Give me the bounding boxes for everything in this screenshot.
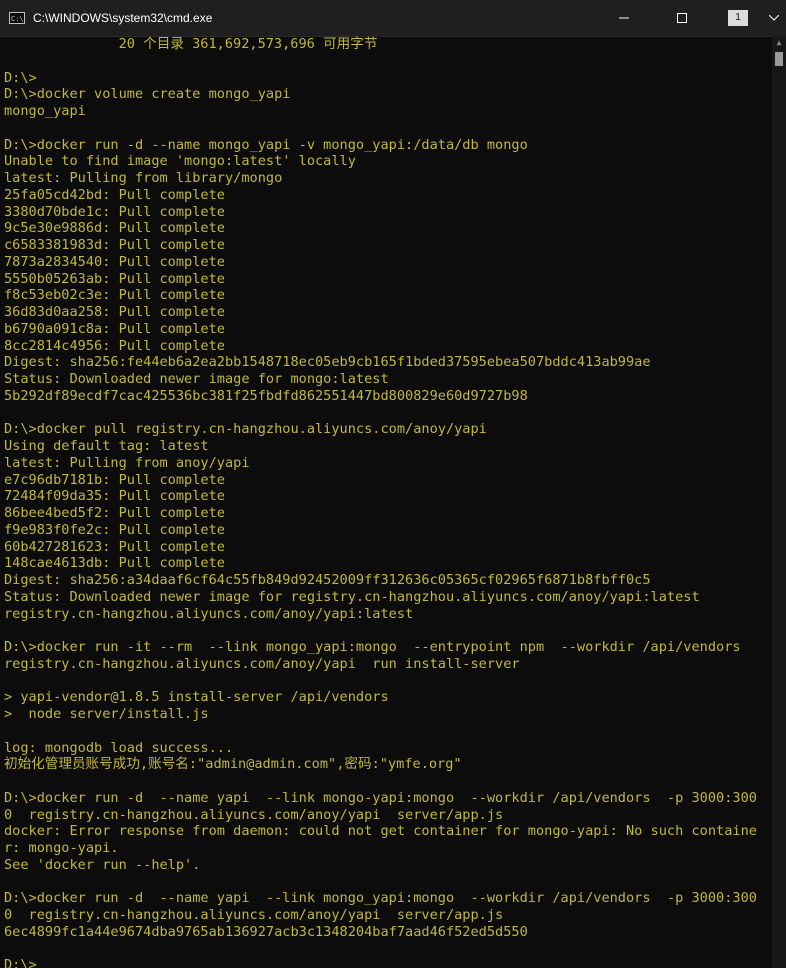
console-line: 148cae4613db: Pull complete [4,555,225,572]
console-line: D:\>docker run -it --rm --link mongo_yap… [4,639,741,655]
console-line: See 'docker run --help'. [4,856,201,873]
console-line: D:\>docker run -d --name yapi --link mon… [4,890,757,907]
console-line: D:\>docker run -d --name mongo_yapi -v m… [4,136,528,153]
console-line: Unable to find image 'mongo:latest' loca… [4,153,356,170]
console-line: 3380d70bde1c: Pull complete [4,203,225,220]
console-line: D:\>docker pull registry.cn-hangzhou.ali… [4,421,487,438]
vertical-scrollbar[interactable]: ▲ [772,36,786,968]
console-line: D:\>docker volume create mongo_yapi [4,86,291,103]
window-title: C:\WINDOWS\system32\cmd.exe [33,11,213,25]
console-line: f9e983f0fe2c: Pull complete [4,521,225,538]
console-line: D:\>docker run -d --name yapi --link mon… [4,789,757,806]
console-line: latest: Pulling from library/mongo [4,170,283,186]
maximize-icon [677,13,687,23]
console-line: e7c96db7181b: Pull complete [4,471,225,488]
console-line: D:\> [4,69,37,86]
tab-number-badge[interactable]: 1 [728,10,748,26]
minimize-icon [619,17,629,19]
console-line: > node server/install.js [4,706,209,722]
console-line: 8cc2814c4956: Pull complete [4,337,225,354]
console-line: 60b427281623: Pull complete [4,538,225,555]
console-line: 36d83d0aa258: Pull complete [4,304,225,320]
console-line: 25fa05cd42bd: Pull complete [4,186,225,203]
title-bar[interactable]: C:\ C:\WINDOWS\system32\cmd.exe 1 [0,0,786,37]
console-line: docker: Error response from daemon: coul… [4,823,757,840]
command-prompt: D:\> [4,957,37,968]
console-line: 7873a2834540: Pull complete [4,253,225,270]
console-line: mongo_yapi [4,103,86,119]
console-line: 0 registry.cn-hangzhou.aliyuncs.com/anoy… [4,907,504,923]
console-line: 5550b05263ab: Pull complete [4,270,225,287]
console-line: 86bee4bed5f2: Pull complete [4,505,225,521]
console-line: Digest: sha256:fe44eb6a2ea2bb1548718ec05… [4,354,651,371]
cmd-icon: C:\ [9,12,25,24]
console-output[interactable]: 20 个目录 361,692,573,696 可用字节 D:\> D:\>docke… [0,36,772,968]
minimize-button[interactable] [602,0,646,36]
console-line: Using default tag: latest [4,438,209,454]
console-line: latest: Pulling from anoy/yapi [4,454,250,471]
console-line: 初始化管理员账号成功,账号名:"admin@admin.com",密码:"ymf… [4,756,462,773]
console-line: Status: Downloaded newer image for mongo… [4,371,389,387]
console-line: Status: Downloaded newer image for regis… [4,588,700,605]
console-line: 72484f09da35: Pull complete [4,488,225,505]
console-prompt-line[interactable]: D:\> [0,957,772,968]
scroll-thumb[interactable] [775,52,783,66]
scroll-up-arrow-icon[interactable]: ▲ [772,36,786,50]
maximize-button[interactable] [660,0,704,36]
console-line: log: mongodb load success... [4,739,234,756]
console-line: registry.cn-hangzhou.aliyuncs.com/anoy/y… [4,605,414,622]
console-line: b6790a091c8a: Pull complete [4,320,225,337]
console-line: c6583381983d: Pull complete [4,237,225,253]
console-line: 9c5e30e9886d: Pull complete [4,220,225,237]
console-line: Digest: sha256:a34daaf6cf64c55fb849d9245… [4,572,651,588]
console-line: > yapi-vendor@1.8.5 install-server /api/… [4,689,389,706]
console-line: 20 个目录 361,692,573,696 可用字节 [4,36,378,52]
console-line: registry.cn-hangzhou.aliyuncs.com/anoy/y… [4,655,520,672]
chevron-down-icon [769,15,779,21]
console-line: 6ec4899fc1a44e9674dba9765ab136927acb3c13… [4,923,528,940]
more-button[interactable] [762,0,786,36]
console-line: f8c53eb02c3e: Pull complete [4,287,225,304]
console-line: 0 registry.cn-hangzhou.aliyuncs.com/anoy… [4,806,504,823]
console-line: r: mongo-yapi. [4,840,119,856]
console-line: 5b292df89ecdf7cac425536bc381f25fbdfd8625… [4,387,528,404]
